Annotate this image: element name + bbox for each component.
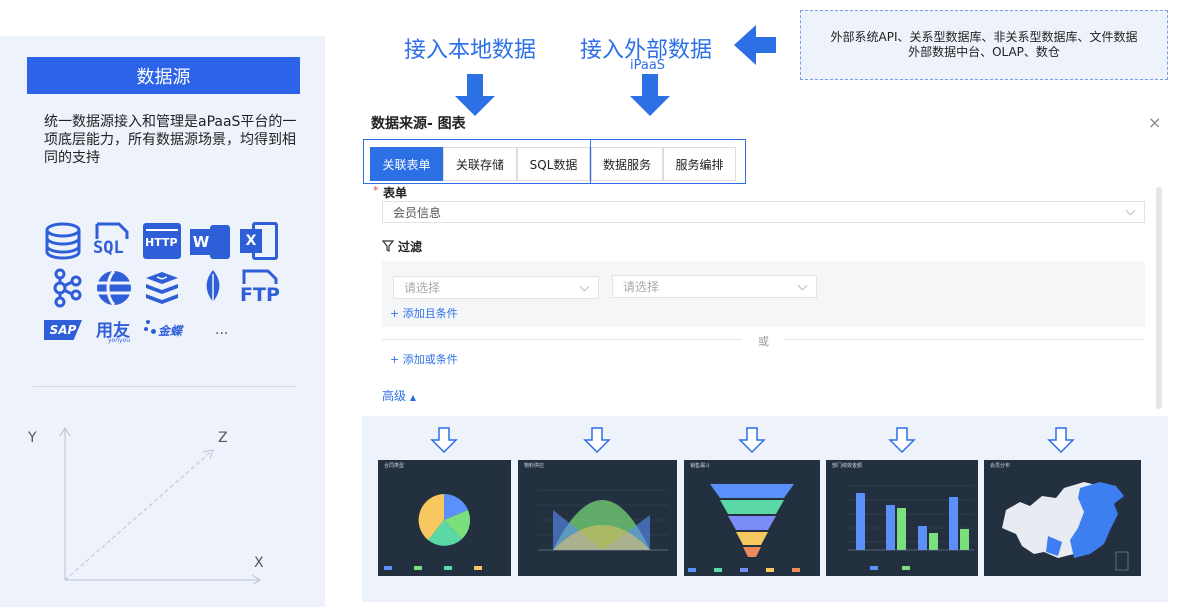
excel-label: X	[240, 229, 262, 253]
kingdee-dots-icon	[144, 320, 156, 338]
advanced-toggle[interactable]: 高级 ▲	[382, 387, 416, 404]
or-label: 或	[758, 335, 769, 348]
or-divider-left	[382, 339, 742, 340]
area-chart-thumbnail[interactable]: 物料供应	[518, 460, 677, 576]
arrow-down-outline-icon	[888, 427, 916, 453]
ipaas-label: iPaaS	[630, 58, 666, 73]
form-label: 表单	[383, 186, 408, 200]
caret-up-icon: ▲	[409, 393, 416, 402]
chevron-down-icon	[579, 281, 590, 292]
data-source-description: 统一数据源接入和管理是aPaaS平台的一项底层能力，所有数据源场景，均得到相同的…	[44, 114, 297, 166]
database-icon	[43, 221, 83, 261]
pie-chart-graphic	[384, 494, 482, 570]
condition-operator-select[interactable]: 请选择	[612, 275, 817, 298]
axis-z-label: Z	[218, 430, 228, 446]
external-sources-line1: 外部系统API、关系型数据库、非关系型数据库、文件数据	[830, 30, 1138, 44]
map-chart-title: 会员分布	[990, 463, 1011, 469]
ftp-icon: FTP	[240, 268, 280, 308]
arrow-down-outline-icon	[583, 427, 611, 453]
bar-chart-thumbnail[interactable]: 部门绩效金额	[826, 460, 978, 576]
funnel-chart-thumbnail[interactable]: 销售漏斗	[684, 460, 820, 576]
kafka-icon	[46, 268, 86, 308]
area-chart-graphic	[538, 489, 668, 551]
arrow-down-icon	[455, 74, 495, 116]
ftp-label: FTP	[240, 284, 280, 306]
axis-x-label: X	[254, 555, 264, 571]
bar-chart-graphic	[848, 485, 974, 570]
dialog-title: 数据来源- 图表	[371, 116, 466, 132]
filter-icon	[382, 240, 394, 252]
axis-illustration	[59, 427, 261, 584]
add-and-condition-link[interactable]: + 添加且条件	[390, 305, 458, 321]
arrow-left-icon	[734, 25, 776, 65]
axis-y-label: Y	[28, 430, 37, 446]
map-chart-thumbnail[interactable]: 会员分布	[984, 460, 1141, 576]
redis-icon	[142, 268, 182, 308]
sql-icon: SQL	[93, 221, 133, 261]
area-chart-title: 物料供应	[524, 463, 545, 469]
form-scrollbar[interactable]	[1156, 187, 1162, 409]
mongodb-icon	[193, 268, 233, 308]
excel-icon: X	[240, 221, 280, 261]
kingdee-logo: 金蝶	[158, 324, 183, 338]
funnel-chart-graphic	[688, 484, 800, 572]
filter-label: 过滤	[398, 240, 423, 254]
pie-chart-title: 合同类型	[384, 463, 405, 469]
word-icon: W	[190, 222, 230, 262]
arrow-down-outline-icon	[1047, 427, 1075, 453]
close-icon[interactable]: ×	[1148, 113, 1161, 132]
more-sources: ...	[215, 322, 229, 338]
condition-field-placeholder: 请选择	[404, 281, 441, 295]
condition-operator-placeholder: 请选择	[623, 280, 660, 294]
external-tabs-outline	[590, 139, 746, 184]
word-label: W	[190, 229, 212, 255]
condition-field-select[interactable]: 请选择	[393, 276, 599, 299]
globe-icon	[94, 268, 134, 308]
funnel-chart-title: 销售漏斗	[690, 463, 711, 469]
external-sources-box: 外部系统API、关系型数据库、非关系型数据库、文件数据 外部数据中台、OLAP、…	[800, 10, 1168, 80]
bar-chart-title: 部门绩效金额	[832, 463, 863, 469]
arrow-down-outline-icon	[738, 427, 766, 453]
or-divider-right	[783, 339, 1145, 340]
http-icon: HTTP	[142, 221, 182, 261]
required-mark: *	[373, 184, 379, 197]
external-sources-line2: 外部数据中台、OLAP、数仓	[908, 45, 1060, 59]
arrow-down-outline-icon	[430, 427, 458, 453]
form-select-value: 会员信息	[393, 205, 442, 220]
local-data-title: 接入本地数据	[404, 38, 537, 63]
pie-chart-thumbnail[interactable]: 合同类型	[378, 460, 511, 576]
yonyou-sub: yonyou	[108, 337, 131, 344]
form-select[interactable]: 会员信息	[382, 201, 1145, 223]
chevron-down-icon	[797, 280, 808, 291]
chevron-down-icon	[1125, 205, 1136, 216]
advanced-label: 高级	[382, 389, 407, 403]
panel-divider	[33, 386, 296, 387]
map-chart-graphic	[1002, 482, 1129, 571]
data-source-title: 数据源	[27, 57, 300, 94]
arrow-down-icon	[630, 74, 670, 116]
local-tabs-outline	[363, 139, 591, 184]
sql-label: SQL	[93, 238, 124, 258]
http-label: HTTP	[145, 236, 178, 249]
add-or-condition-link[interactable]: + 添加或条件	[390, 351, 458, 367]
